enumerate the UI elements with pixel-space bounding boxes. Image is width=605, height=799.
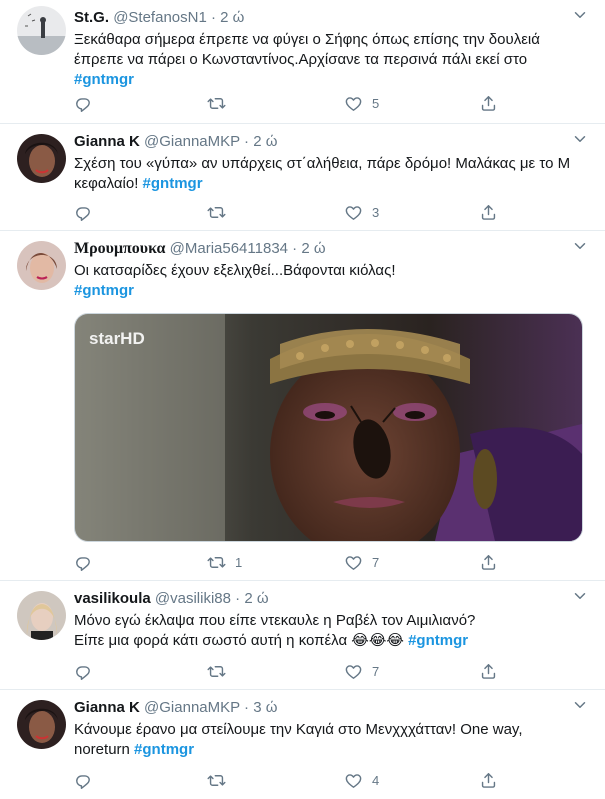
retweet-icon — [207, 662, 226, 681]
tweet[interactable]: Gianna K @GiannaMKP · 3 ώ Κάνουμε έρανο … — [0, 690, 605, 799]
tweet-text: Μόνο εγώ έκλαψα που είπε ντεκαυλε η Ραβέ… — [74, 611, 581, 651]
chevron-down-icon[interactable] — [571, 696, 589, 714]
share-icon — [479, 662, 498, 681]
retweet-count: 1 — [235, 554, 243, 570]
timestamp[interactable]: 2 ώ — [253, 133, 277, 150]
retweet-button[interactable] — [207, 202, 235, 222]
share-icon — [479, 771, 498, 790]
reply-button[interactable] — [74, 93, 102, 113]
retweet-button[interactable] — [207, 93, 235, 113]
share-button[interactable] — [479, 202, 498, 222]
tweet[interactable]: vasilikoula @vasiliki88 · 2 ώ Μόνο εγώ έ… — [0, 581, 605, 690]
tweet[interactable]: Μρουμπουκα @Maria56411834 · 2 ώ Οι κατσα… — [0, 231, 605, 581]
user-handle[interactable]: @Maria56411834 — [170, 240, 288, 257]
like-count: 4 — [372, 772, 380, 788]
retweet-icon — [207, 203, 226, 222]
reply-icon — [74, 771, 93, 790]
user-handle[interactable]: @GiannaMKP — [144, 699, 240, 716]
reply-icon — [74, 94, 93, 113]
hashtag-link[interactable]: #gntmgr — [74, 282, 134, 299]
share-icon — [479, 553, 498, 572]
avatar[interactable] — [17, 6, 66, 55]
share-button[interactable] — [479, 661, 498, 681]
hashtag-link[interactable]: #gntmgr — [74, 71, 134, 88]
like-count: 5 — [372, 95, 380, 111]
tweet[interactable]: Gianna K @GiannaMKP · 2 ώ Σχέση του «γύπ… — [0, 124, 605, 231]
reply-icon — [74, 203, 93, 222]
like-button[interactable]: 5 — [344, 93, 379, 113]
tweet-text: Κάνουμε έρανο μα στείλουμε την Καγιά στο… — [74, 720, 581, 760]
heart-icon — [344, 553, 363, 572]
display-name[interactable]: Gianna K — [74, 133, 140, 150]
display-name[interactable]: Μρουμπουκα — [74, 240, 165, 257]
share-button[interactable] — [479, 770, 498, 790]
separator-dot: · — [244, 133, 250, 150]
reply-button[interactable] — [74, 552, 102, 572]
avatar[interactable] — [17, 134, 66, 183]
timestamp[interactable]: 2 ώ — [220, 9, 244, 26]
user-handle[interactable]: @StefanosN1 — [113, 9, 207, 26]
reply-icon — [74, 553, 93, 572]
laughing-emoji-icon: 😂😂😂 — [351, 632, 404, 649]
chevron-down-icon[interactable] — [571, 6, 589, 24]
share-button[interactable] — [479, 552, 498, 572]
retweet-button[interactable] — [207, 770, 235, 790]
retweet-icon — [207, 771, 226, 790]
heart-icon — [344, 771, 363, 790]
timestamp[interactable]: 2 ώ — [301, 240, 325, 257]
like-count: 7 — [372, 663, 380, 679]
separator-dot: · — [244, 699, 250, 716]
heart-icon — [344, 203, 363, 222]
share-icon — [479, 203, 498, 222]
tweet-text: Ξεκάθαρα σήμερα έπρεπε να φύγει ο Σήφης … — [74, 30, 581, 90]
display-name[interactable]: St.G. — [74, 9, 109, 26]
tweet-body: Ξεκάθαρα σήμερα έπρεπε να φύγει ο Σήφης … — [74, 31, 540, 68]
reply-button[interactable] — [74, 202, 102, 222]
avatar[interactable] — [17, 700, 66, 749]
hashtag-link[interactable]: #gntmgr — [143, 175, 203, 192]
heart-icon — [344, 94, 363, 113]
chevron-down-icon[interactable] — [571, 237, 589, 255]
tweet-body-line2: Είπε μια φορά κάτι σωστό αυτή η κοπέλα — [74, 632, 348, 649]
tweet-text: Σχέση του «γύπα» αν υπάρχεις στ΄αλήθεια,… — [74, 154, 581, 194]
heart-icon — [344, 662, 363, 681]
chevron-down-icon[interactable] — [571, 587, 589, 605]
like-button[interactable]: 7 — [344, 661, 379, 681]
retweet-icon — [207, 553, 226, 572]
display-name[interactable]: Gianna K — [74, 699, 140, 716]
like-button[interactable]: 4 — [344, 770, 379, 790]
share-icon — [479, 94, 498, 113]
like-button[interactable]: 7 — [344, 552, 379, 572]
hashtag-link[interactable]: #gntmgr — [408, 632, 468, 649]
timestamp[interactable]: 2 ώ — [244, 590, 268, 607]
timestamp[interactable]: 3 ώ — [253, 699, 277, 716]
separator-dot: · — [210, 9, 216, 26]
display-name[interactable]: vasilikoula — [74, 590, 151, 607]
separator-dot: · — [292, 240, 298, 257]
reply-button[interactable] — [74, 661, 102, 681]
like-count: 7 — [372, 554, 380, 570]
like-count: 3 — [372, 204, 380, 220]
tweet[interactable]: St.G. @StefanosN1 · 2 ώ Ξεκάθαρα σήμερα … — [0, 0, 605, 124]
tweet-media-image[interactable]: starHD — [74, 313, 583, 542]
separator-dot: · — [235, 590, 241, 607]
tweet-body: Οι κατσαρίδες έχουν εξελιχθεί...Βάφονται… — [74, 262, 396, 279]
like-button[interactable]: 3 — [344, 202, 379, 222]
reply-button[interactable] — [74, 770, 102, 790]
user-handle[interactable]: @GiannaMKP — [144, 133, 240, 150]
avatar[interactable] — [17, 591, 66, 640]
reply-icon — [74, 662, 93, 681]
hashtag-link[interactable]: #gntmgr — [134, 741, 194, 758]
chevron-down-icon[interactable] — [571, 130, 589, 148]
avatar[interactable] — [17, 241, 66, 290]
share-button[interactable] — [479, 93, 498, 113]
retweet-icon — [207, 94, 226, 113]
retweet-button[interactable]: 1 — [207, 552, 242, 572]
tweet-text: Οι κατσαρίδες έχουν εξελιχθεί...Βάφονται… — [74, 261, 581, 301]
tweet-body-line1: Μόνο εγώ έκλαψα που είπε ντεκαυλε η Ραβέ… — [74, 612, 476, 629]
retweet-button[interactable] — [207, 661, 235, 681]
channel-logo: starHD — [89, 329, 145, 348]
user-handle[interactable]: @vasiliki88 — [155, 590, 231, 607]
